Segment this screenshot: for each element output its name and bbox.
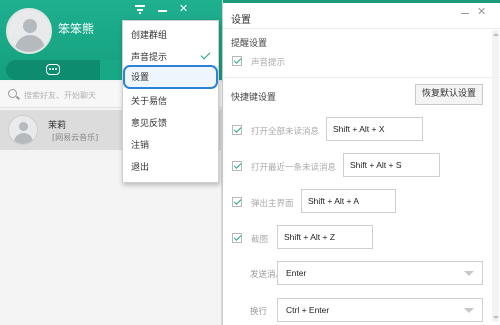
- hotkey-input[interactable]: Shift + Alt + Z: [277, 225, 373, 249]
- hotkey-label: 截图: [251, 235, 269, 245]
- check-icon: [200, 49, 211, 60]
- chevron-down-icon: [464, 308, 474, 313]
- user-avatar[interactable]: [6, 8, 52, 54]
- avatar-head-shape: [19, 122, 28, 131]
- send-message-select[interactable]: Enter: [277, 261, 483, 285]
- minimize-icon[interactable]: [158, 10, 167, 12]
- main-dropdown-menu: 创建群组 声音提示 设置 关于易信 意见反馈 注销 退出: [122, 20, 219, 183]
- menu-item-about[interactable]: 关于易信: [123, 91, 218, 113]
- scroll-up-icon[interactable]: [493, 33, 499, 36]
- avatar-head-shape: [23, 19, 37, 33]
- menu-item-logout[interactable]: 注销: [123, 135, 218, 157]
- hotkey-checkbox[interactable]: [232, 233, 242, 243]
- newline-label: 换行: [250, 307, 268, 317]
- menu-item-label: 声音提示: [131, 53, 168, 63]
- divider: [223, 28, 500, 29]
- main-menu-icon[interactable]: [135, 5, 145, 14]
- hotkey-input[interactable]: Shift + Alt + X: [326, 117, 423, 141]
- restore-defaults-button[interactable]: 恢复默认设置: [415, 84, 483, 105]
- avatar-body-shape: [14, 133, 33, 144]
- scrollbar[interactable]: [492, 30, 499, 322]
- scroll-down-icon[interactable]: [493, 316, 499, 319]
- window-accent-bar: [223, 0, 500, 3]
- hotkey-label: 弹出主界面: [251, 199, 294, 209]
- sound-prompt-checkbox[interactable]: [232, 56, 242, 66]
- hotkey-label: 打开最近一条未读消息: [251, 163, 337, 173]
- tab-messages[interactable]: [6, 60, 100, 80]
- hotkey-checkbox[interactable]: [232, 125, 242, 135]
- menu-item-exit[interactable]: 退出: [123, 157, 218, 179]
- search-input[interactable]: 搜索好友、开始聊天: [24, 90, 96, 101]
- hotkey-checkbox[interactable]: [232, 161, 242, 171]
- close-icon[interactable]: ✕: [477, 5, 486, 18]
- menu-item-feedback[interactable]: 意见反馈: [123, 113, 218, 135]
- hotkey-checkbox[interactable]: [232, 197, 242, 207]
- reminder-section-title: 提醒设置: [231, 39, 268, 49]
- contact-status: [网易云音乐]: [52, 133, 99, 142]
- menu-item-sound-prompt[interactable]: 声音提示: [123, 47, 218, 69]
- settings-title: 设置: [231, 15, 251, 26]
- search-icon: [8, 89, 17, 98]
- hotkey-label: 打开全部未读消息: [251, 127, 320, 137]
- avatar-body-shape: [15, 35, 45, 52]
- contact-name: 茉莉: [48, 121, 67, 131]
- divider: [223, 77, 500, 78]
- close-icon[interactable]: ✕: [179, 2, 188, 15]
- hotkey-input[interactable]: Shift + Alt + S: [343, 153, 440, 177]
- chat-bubble-icon: [46, 64, 60, 75]
- contact-avatar: [8, 115, 38, 145]
- settings-window: 设置 ✕ 提醒设置 声音提示 快捷键设置 恢复默认设置 打开全部未读消息 Shi…: [222, 0, 500, 325]
- hotkey-section-title: 快捷键设置: [231, 93, 277, 103]
- hotkey-input[interactable]: Shift + Alt + A: [301, 189, 396, 213]
- sound-prompt-label: 声音提示: [251, 58, 286, 68]
- send-message-value: Enter: [286, 268, 307, 278]
- newline-value: Ctrl + Enter: [286, 305, 330, 315]
- newline-select[interactable]: Ctrl + Enter: [277, 298, 483, 322]
- chevron-down-icon: [464, 271, 474, 276]
- minimize-icon[interactable]: [461, 13, 469, 14]
- menu-item-settings[interactable]: 设置: [123, 67, 218, 89]
- username[interactable]: 笨笨熊: [58, 20, 94, 37]
- menu-item-create-group[interactable]: 创建群组: [123, 25, 218, 47]
